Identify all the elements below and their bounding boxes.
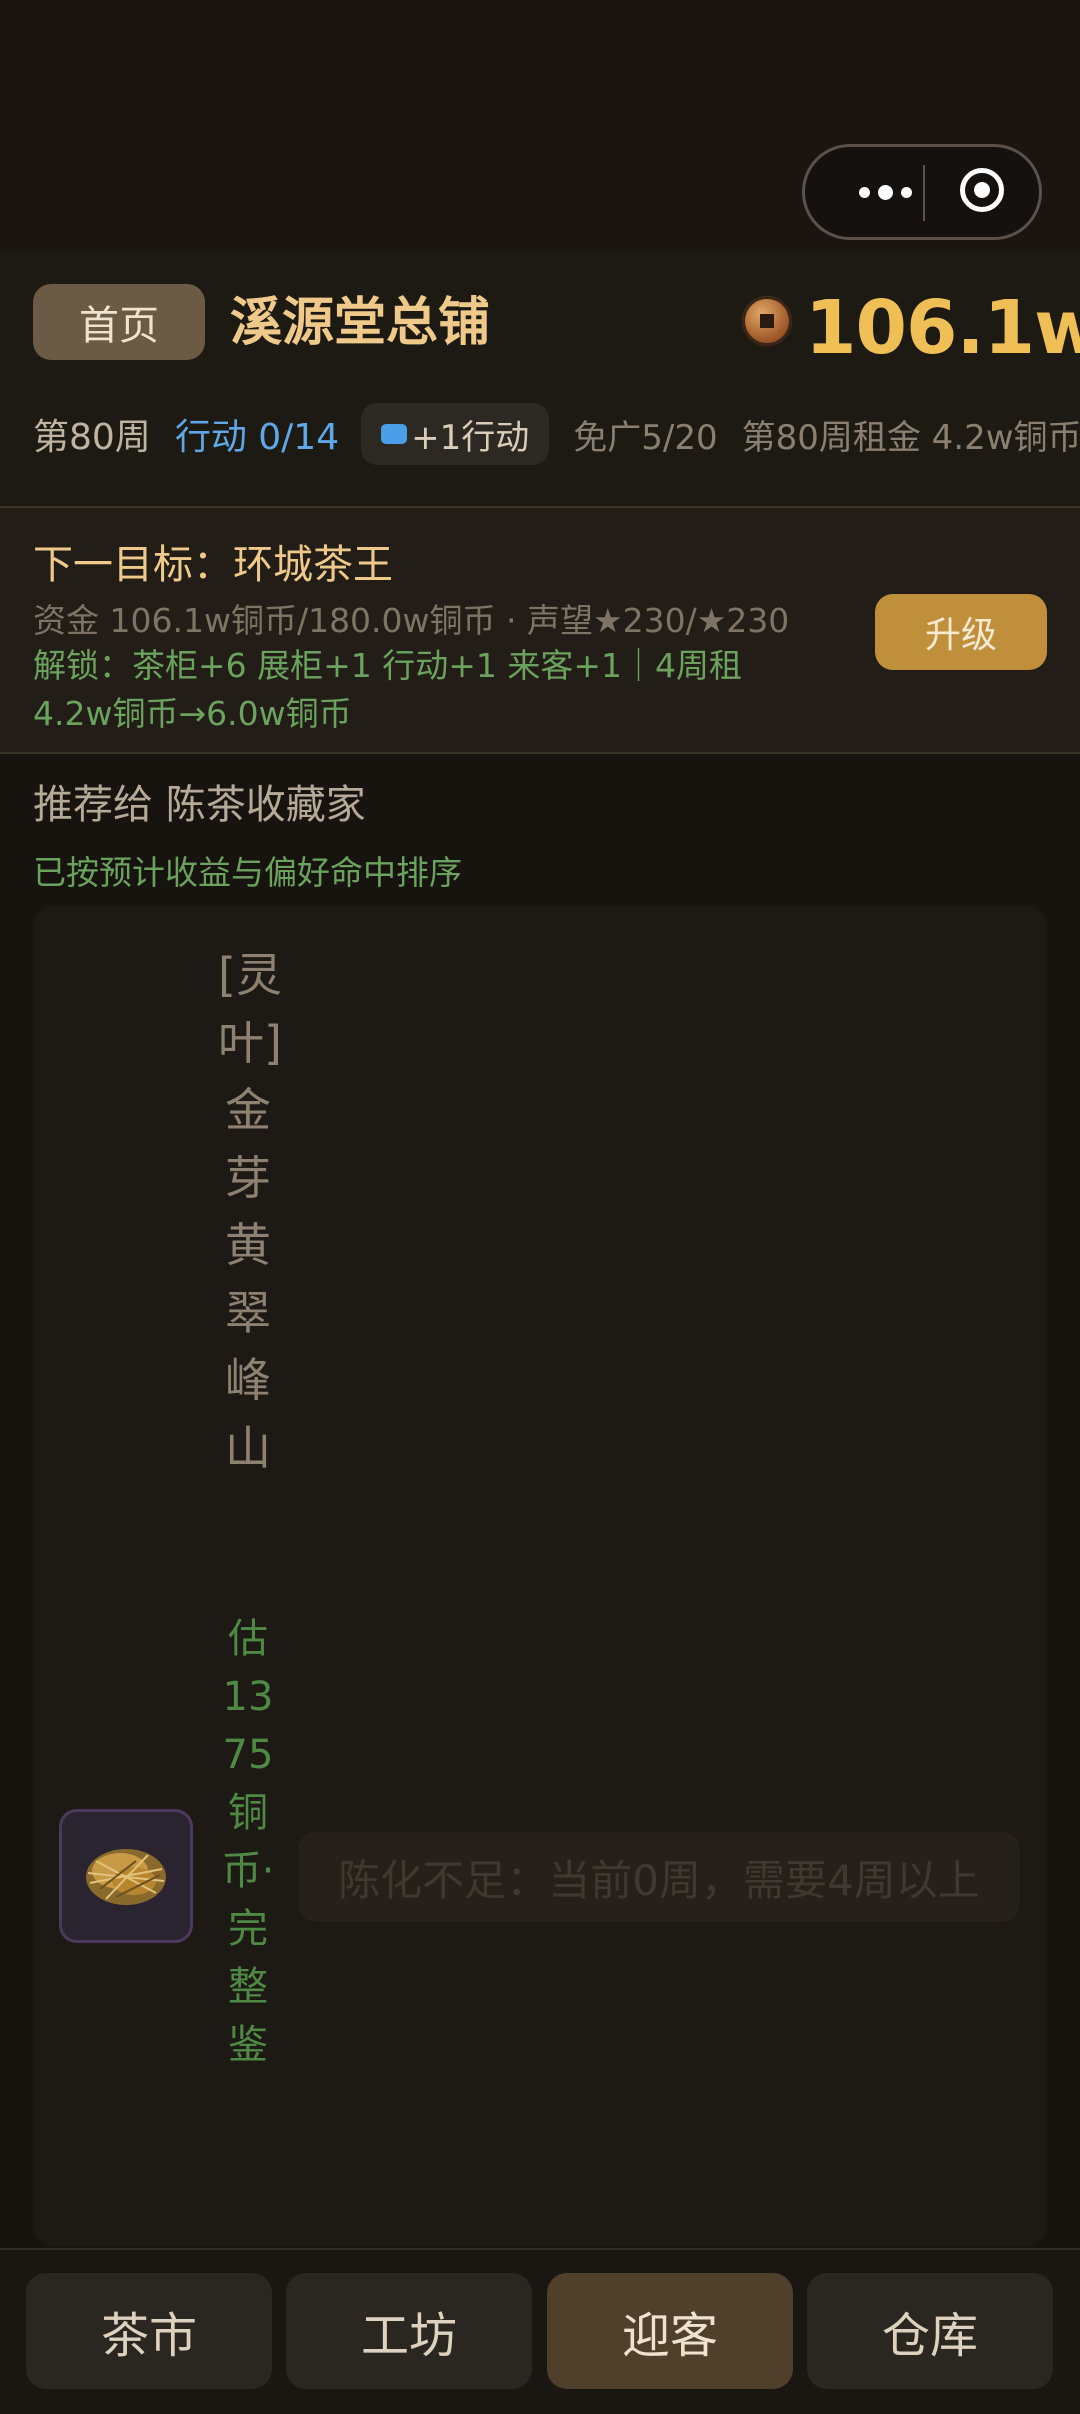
tab-workshop[interactable]: 工坊	[286, 2273, 532, 2389]
ad-action-label: +1行动	[411, 417, 530, 458]
recommend-title: 推荐给 陈茶收藏家	[33, 782, 366, 828]
mini-program-capsule	[802, 144, 1042, 240]
home-button[interactable]: 首页	[33, 284, 205, 360]
tea-leaf-thumbnail	[59, 1809, 193, 1943]
goal-requirements: 资金 106.1w铜币/180.0w铜币 · 声望★230/★230	[33, 601, 790, 640]
money-amount: 106.1w	[805, 285, 1080, 371]
bottom-tab-bar: 茶市 工坊 迎客 仓库	[0, 2248, 1080, 2414]
status-bar-area	[0, 0, 1080, 252]
next-goal-panel: 下一目标：环城茶王 资金 106.1w铜币/180.0w铜币 · 声望★230/…	[0, 508, 1080, 754]
recommend-subtitle: 已按预计收益与偏好命中排序	[33, 853, 462, 892]
tea-leaves-icon	[86, 1849, 166, 1905]
goal-unlock-text: 解锁：茶柜+6 展柜+1 行动+1 来客+1｜4周租4.2w铜币→6.0w铜币	[33, 646, 743, 733]
aging-insufficient-notice: 陈化不足：当前0周，需要4周以上	[298, 1832, 1020, 1922]
upgrade-button[interactable]: 升级	[875, 594, 1047, 670]
watch-ad-action-button[interactable]: +1行动	[361, 403, 550, 465]
week-label: 第80周	[33, 417, 151, 458]
rent-info: 第80周租金 4.2w铜币	[741, 417, 1080, 458]
tab-warehouse[interactable]: 仓库	[807, 2273, 1053, 2389]
free-ad-count: 免广5/20	[573, 417, 718, 458]
video-ad-icon	[381, 424, 408, 444]
tab-welcome-guests[interactable]: 迎客	[547, 2273, 793, 2389]
tab-tea-market[interactable]: 茶市	[26, 2273, 272, 2389]
capsule-divider	[923, 165, 925, 221]
stats-row: 第80周 行动 0/14 +1行动 免广5/20 第80周租金 4.2w铜币	[33, 402, 1080, 466]
target-circle-icon[interactable]	[960, 168, 1004, 212]
actions-count: 行动 0/14	[174, 417, 340, 458]
tea-recommend-card[interactable]: [灵叶]金芽黄翠峰山 估1375铜币·完整鉴 陈化不足：当前0周，需要4周以上	[33, 906, 1047, 2246]
more-dots-icon[interactable]	[835, 147, 935, 237]
shop-name: 溪源堂总铺	[230, 293, 491, 353]
tea-estimate: 估1375铜币·完整鉴	[221, 1616, 275, 2068]
tea-name: [灵叶]金芽黄翠峰山	[218, 948, 282, 1475]
copper-coin-icon	[742, 296, 792, 346]
goal-title: 下一目标：环城茶王	[33, 542, 393, 588]
shop-header: 首页 溪源堂总铺 106.1w 第80周 行动 0/14 +1行动 免广5/20…	[0, 252, 1080, 508]
